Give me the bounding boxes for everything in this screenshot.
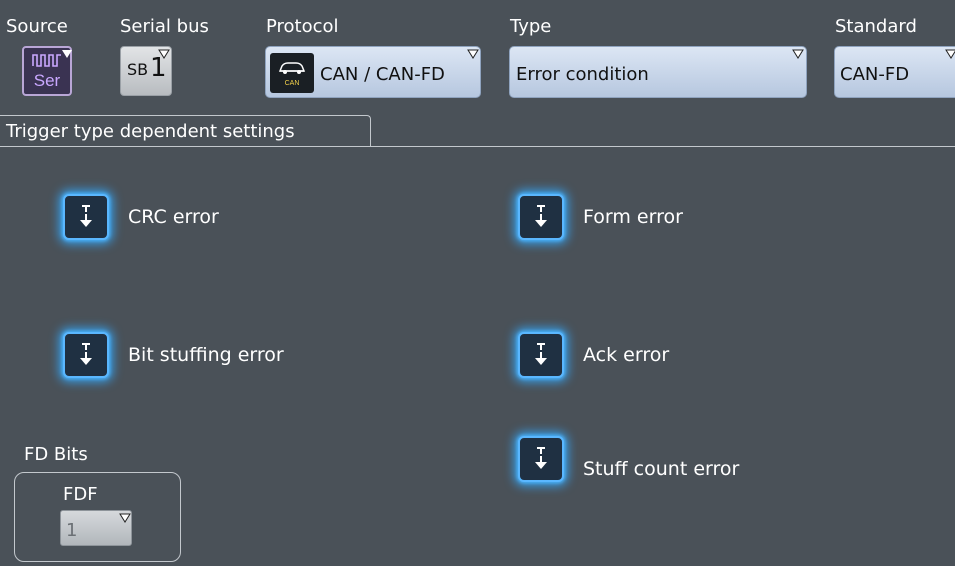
trigger-arrow-icon <box>80 343 92 365</box>
dropdown-arrow-icon <box>467 49 479 59</box>
trigger-arrow-icon <box>535 205 547 227</box>
serial-bus-button[interactable]: SB 1 <box>120 46 172 96</box>
dropdown-arrow-icon <box>119 513 131 523</box>
fdf-dropdown[interactable]: 1 <box>60 510 132 546</box>
car-icon: CAN <box>270 53 314 93</box>
trigger-arrow-icon <box>80 205 92 227</box>
form-error-label: Form error <box>583 206 683 228</box>
crc-error-label: CRC error <box>128 206 219 228</box>
fdf-label: FDF <box>63 484 98 505</box>
form-error-toggle[interactable] <box>518 194 564 240</box>
stuff-count-error-toggle[interactable] <box>518 436 564 482</box>
source-label: Source <box>6 16 68 37</box>
serial-signal-icon <box>32 54 61 67</box>
protocol-value: CAN / CAN-FD <box>320 64 445 85</box>
type-value: Error condition <box>516 64 649 85</box>
source-button[interactable]: Ser <box>22 46 72 96</box>
bit-stuffing-error-toggle[interactable] <box>63 332 109 378</box>
type-dropdown[interactable]: Error condition <box>509 46 807 98</box>
trigger-arrow-icon <box>535 447 547 469</box>
standard-label: Standard <box>835 16 917 37</box>
trigger-arrow-icon <box>535 343 547 365</box>
dropdown-arrow-icon <box>792 49 804 59</box>
fdf-value: 1 <box>66 520 78 541</box>
protocol-dropdown[interactable]: CAN CAN / CAN-FD <box>265 46 481 98</box>
standard-value: CAN-FD <box>840 64 910 85</box>
dropdown-arrow-icon <box>62 50 72 58</box>
fd-bits-title: FD Bits <box>24 444 88 465</box>
ack-error-toggle[interactable] <box>518 332 564 378</box>
serial-bus-prefix: SB <box>127 60 149 79</box>
protocol-label: Protocol <box>266 16 339 37</box>
dropdown-arrow-icon <box>945 49 955 59</box>
bit-stuffing-error-label: Bit stuffing error <box>128 344 284 366</box>
source-button-text: Ser <box>33 71 61 90</box>
crc-error-toggle[interactable] <box>63 194 109 240</box>
can-icon-text: CAN <box>284 80 300 87</box>
stuff-count-error-label: Stuff count error <box>583 458 740 480</box>
serial-bus-label: Serial bus <box>120 16 209 37</box>
dropdown-arrow-icon <box>158 49 170 59</box>
trigger-header: Source Ser Serial bus SB 1 Protocol CAN … <box>0 0 955 116</box>
type-label: Type <box>510 16 552 37</box>
standard-dropdown[interactable]: CAN-FD <box>834 46 955 98</box>
section-title: Trigger type dependent settings <box>6 121 295 142</box>
ack-error-label: Ack error <box>583 344 670 366</box>
